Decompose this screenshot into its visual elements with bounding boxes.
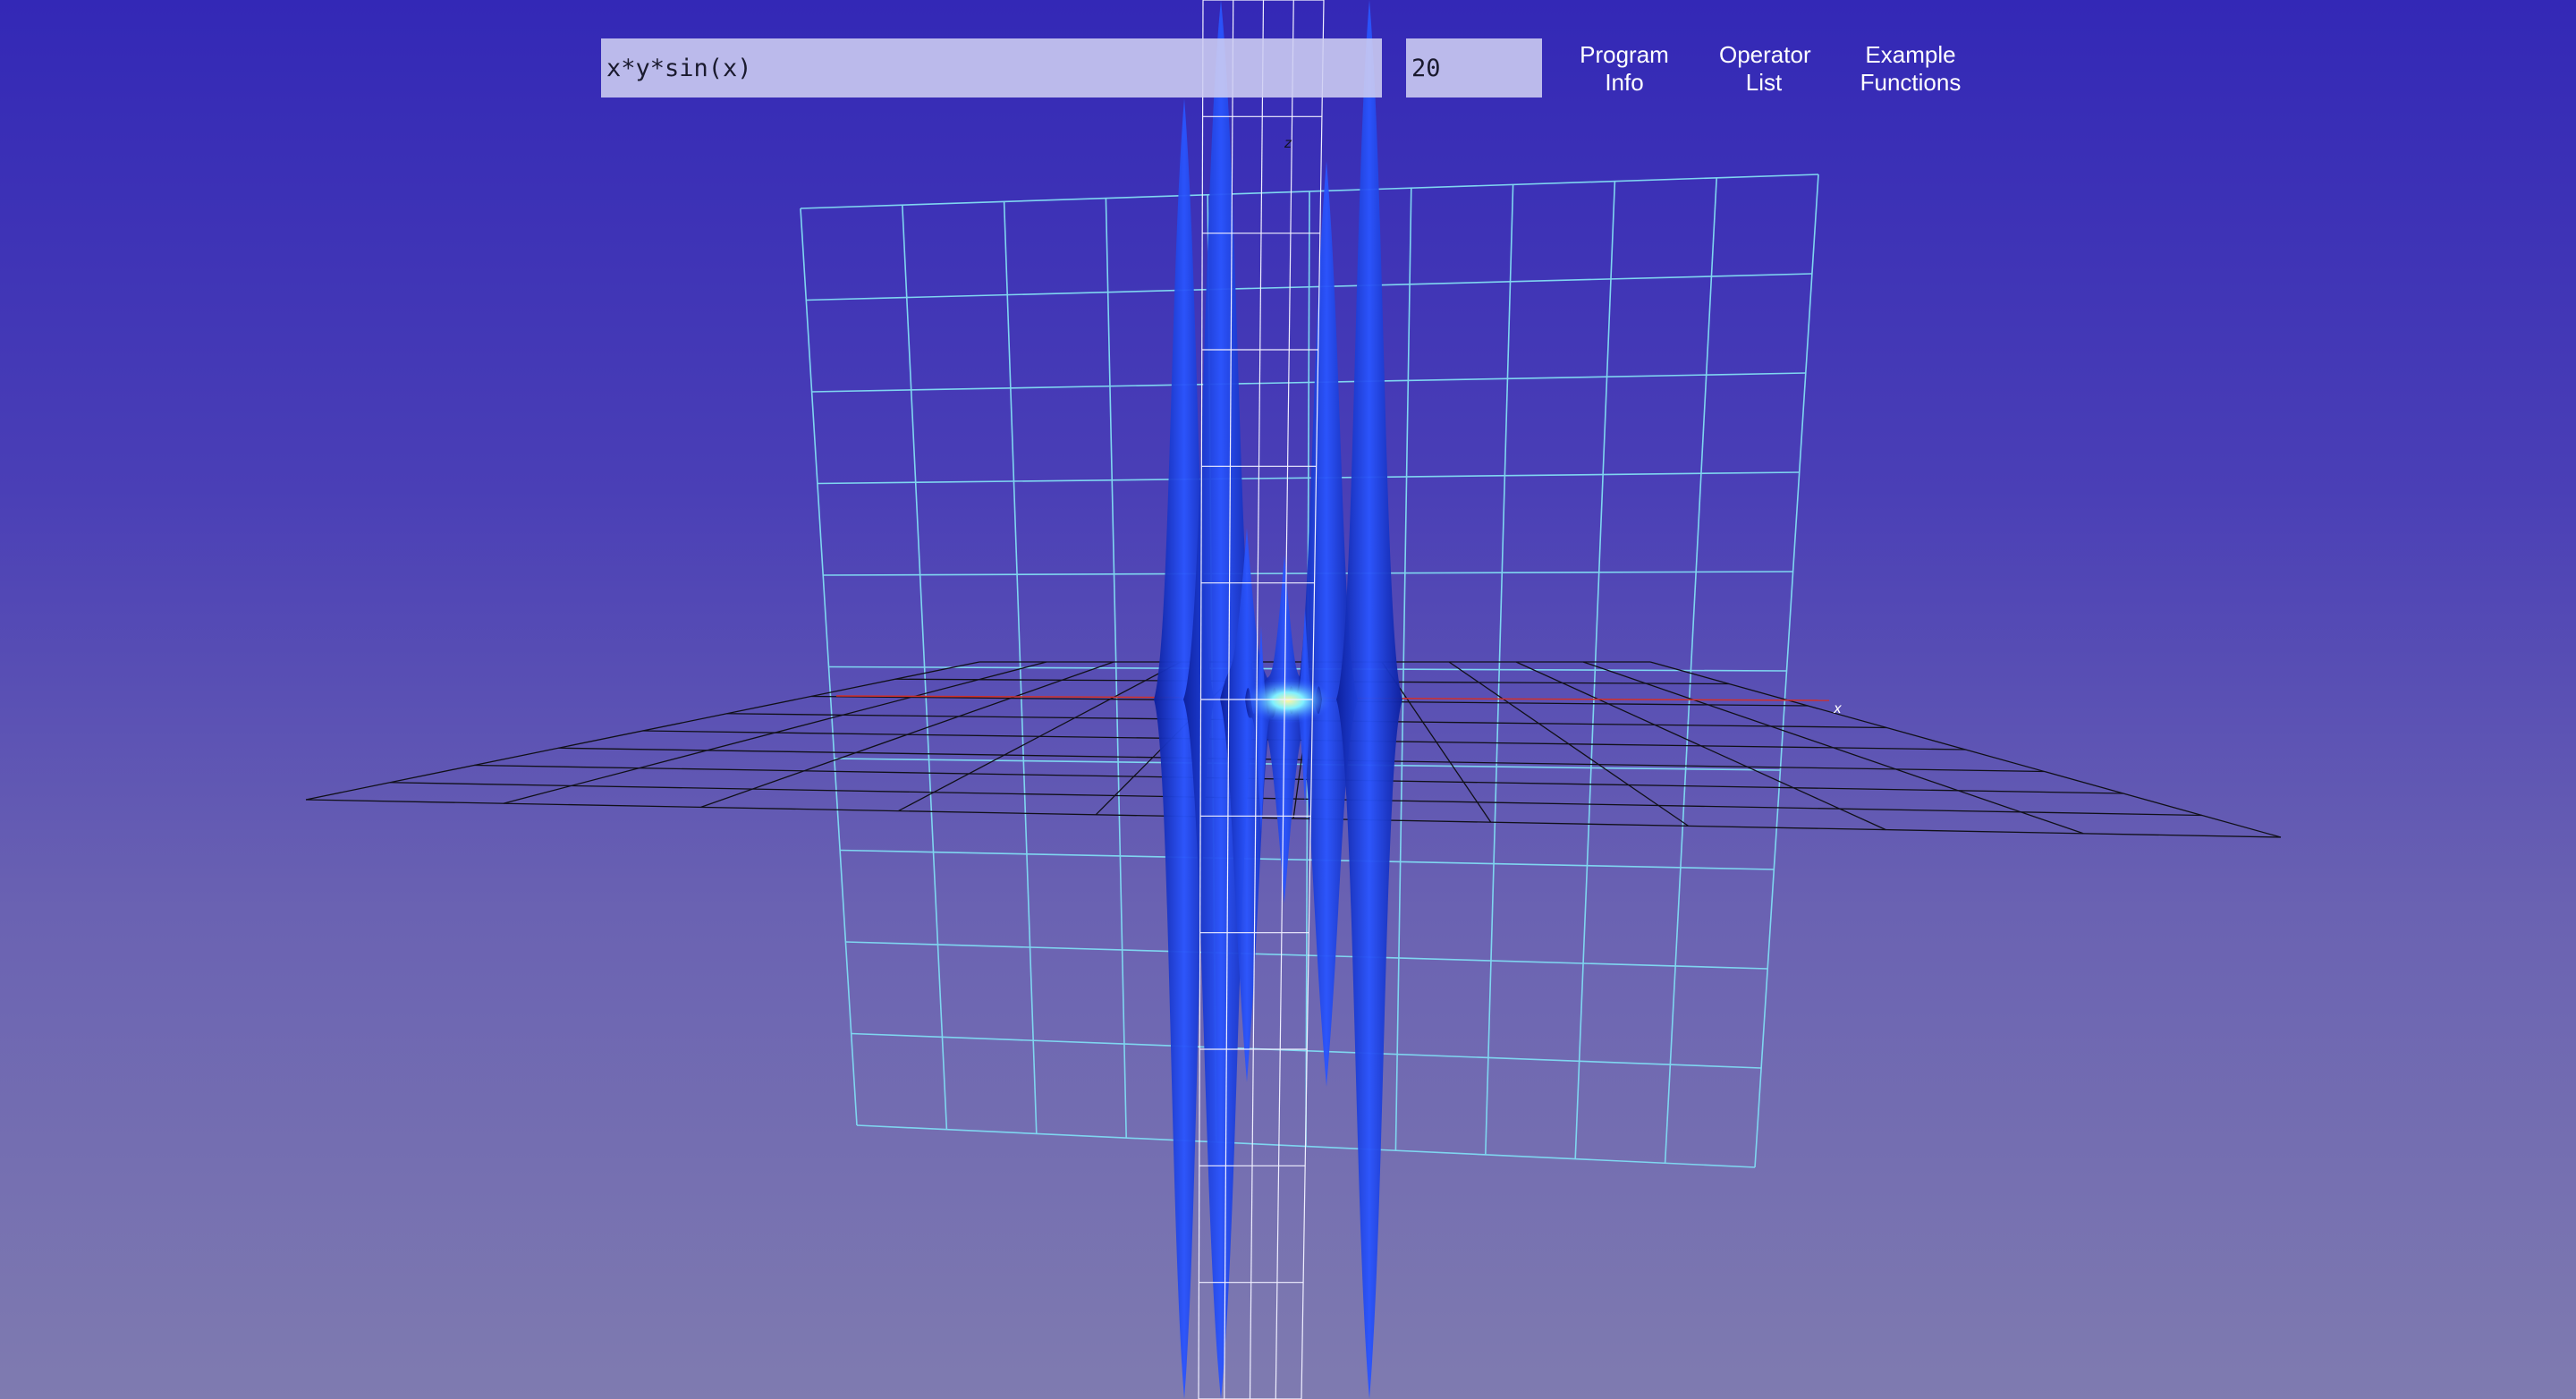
- example-functions-label-2: Functions: [1860, 69, 1962, 96]
- z-axis-label: z: [1284, 135, 1292, 151]
- floor-grid-line: [390, 782, 2202, 817]
- floor-grid-line: [305, 799, 2282, 838]
- operator-list-button[interactable]: Operator List: [1719, 41, 1811, 97]
- x-axis-label: x: [1833, 700, 1842, 716]
- floor-grid-line: [558, 747, 2045, 773]
- resolution-input[interactable]: [1406, 38, 1542, 98]
- floor-grid-line: [474, 764, 2123, 794]
- operator-list-label-2: List: [1745, 69, 1783, 96]
- program-info-button[interactable]: Program Info: [1580, 41, 1669, 97]
- example-functions-button[interactable]: Example Functions: [1855, 41, 1966, 97]
- surface-spike: [1336, 0, 1402, 1399]
- example-functions-label-1: Example: [1865, 41, 1956, 68]
- plot-viewport[interactable]: x z: [0, 0, 2576, 1399]
- function-input[interactable]: [601, 38, 1382, 98]
- program-info-label-2: Info: [1605, 69, 1644, 96]
- operator-list-label-1: Operator: [1719, 41, 1811, 68]
- program-info-label-1: Program: [1580, 41, 1669, 68]
